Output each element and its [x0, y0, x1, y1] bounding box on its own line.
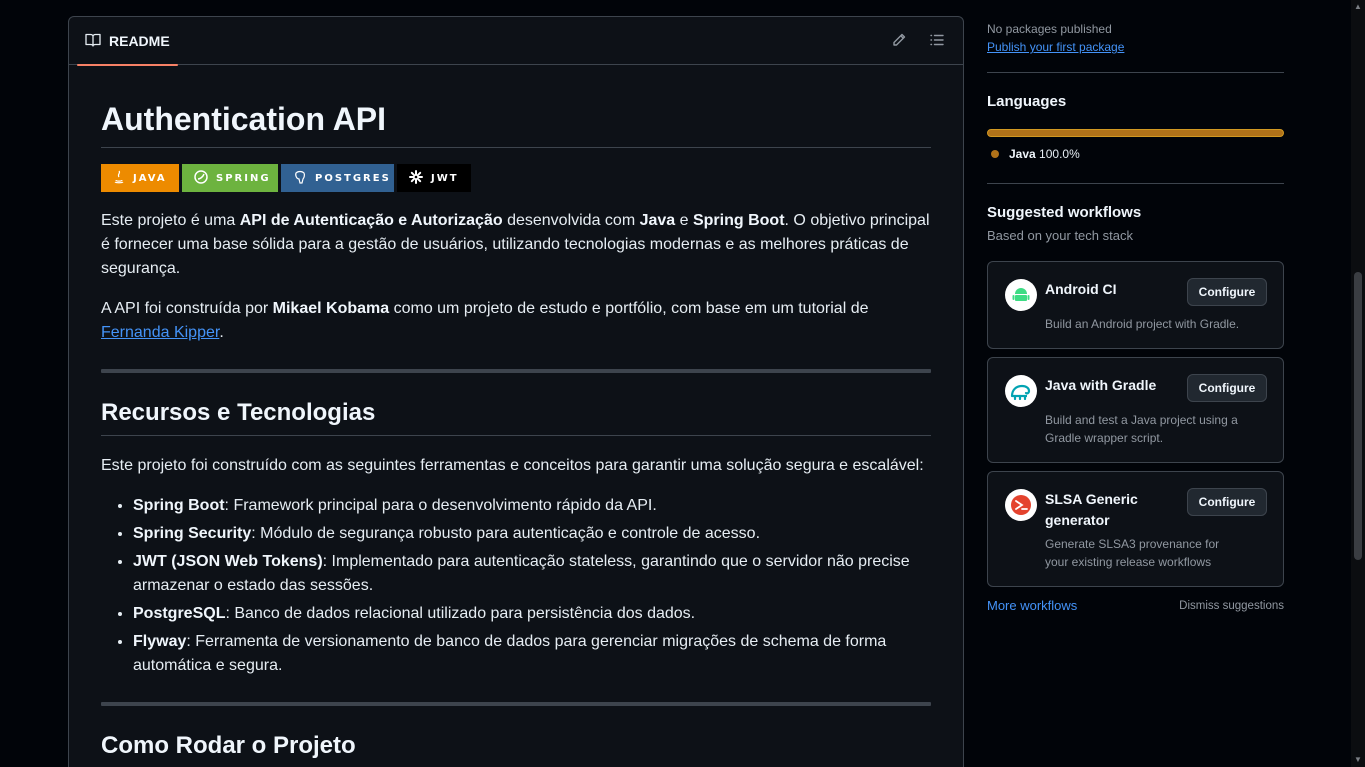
book-icon: [85, 32, 101, 51]
credits-text: .: [219, 324, 224, 341]
workflow-title[interactable]: Java with Gradle: [1045, 375, 1156, 396]
java-icon: [113, 170, 125, 187]
workflows-heading: Suggested workflows: [987, 204, 1142, 221]
list-item: Spring Security: Módulo de segurança rob…: [133, 522, 931, 546]
language-bar: [987, 129, 1284, 137]
divider: [987, 183, 1284, 184]
intro-paragraph: Este projeto é uma API de Autenticação e…: [101, 209, 931, 281]
configure-button[interactable]: Configure: [1187, 278, 1267, 306]
list-item: Spring Boot: Framework principal para o …: [133, 494, 931, 518]
android-icon: [1005, 279, 1037, 311]
jwt-icon: [409, 169, 423, 187]
list-item: Flyway: Ferramenta de versionamento de b…: [133, 630, 931, 678]
author-name: Mikael Kobama: [272, 300, 390, 317]
language-name: Java: [1009, 147, 1036, 161]
list-item: JWT (JSON Web Tokens): Implementado para…: [133, 550, 931, 598]
workflow-title[interactable]: SLSA Generic generator: [1045, 489, 1155, 531]
java-badge: JAVA: [101, 164, 179, 192]
feature-desc: : Framework principal para o desenvolvim…: [224, 497, 657, 514]
divider: [101, 702, 931, 706]
intro-text: Este projeto é uma: [101, 212, 240, 229]
more-workflows-link[interactable]: More workflows: [987, 598, 1077, 613]
workflow-desc: Generate SLSA3 provenance for your exist…: [1045, 537, 1220, 569]
badge-row: JAVA SPRING POSTGRES JWT: [101, 164, 931, 192]
feature-desc: : Módulo de segurança robusto para auten…: [251, 525, 761, 542]
readme-header: README: [69, 17, 963, 66]
feature-name: PostgreSQL: [133, 605, 226, 622]
feature-desc: : Ferramenta de versionamento de banco d…: [133, 633, 887, 674]
language-entry[interactable]: Java 100.0%: [991, 147, 1080, 161]
slsa-icon: [1005, 489, 1037, 521]
intro-text: e: [675, 212, 693, 229]
postgres-badge: POSTGRES: [281, 164, 394, 192]
jwt-badge: JWT: [397, 164, 471, 192]
workflow-card: Android CI Build an Android project with…: [987, 261, 1284, 349]
section-heading: Recursos e Tecnologias: [101, 397, 931, 436]
jwt-badge-label: JWT: [431, 172, 459, 184]
spring-icon: [194, 169, 208, 187]
edit-button[interactable]: [886, 29, 912, 55]
workflow-card: SLSA Generic generator Generate SLSA3 pr…: [987, 471, 1284, 587]
java-badge-label: JAVA: [133, 172, 167, 184]
language-percent: 100.0%: [1039, 147, 1080, 161]
tutorial-link[interactable]: Fernanda Kipper: [101, 324, 219, 341]
credits-text: A API foi construída por: [101, 300, 273, 317]
list-item: PostgreSQL: Banco de dados relacional ut…: [133, 602, 931, 626]
credits-paragraph: A API foi construída por Mikael Kobama c…: [101, 297, 931, 345]
workflow-card: Java with Gradle Build and test a Java p…: [987, 357, 1284, 463]
feature-name: JWT (JSON Web Tokens): [133, 553, 323, 570]
pencil-icon: [891, 32, 907, 53]
scroll-up-arrow[interactable]: ▲: [1354, 3, 1362, 11]
publish-package-link[interactable]: Publish your first package: [987, 40, 1124, 54]
workflow-title[interactable]: Android CI: [1045, 279, 1117, 300]
feature-name: Spring Security: [133, 525, 252, 542]
languages-heading: Languages: [987, 93, 1067, 110]
configure-button[interactable]: Configure: [1187, 374, 1267, 402]
markdown-body: Authentication API JAVA SPRING POSTGRES: [101, 99, 931, 767]
divider: [101, 369, 931, 373]
intro-bold: API de Autenticação e Autorização: [239, 212, 503, 229]
credits-text: como um projeto de estudo e portfólio, c…: [389, 300, 869, 317]
page-title: Authentication API: [101, 99, 931, 148]
outline-button[interactable]: [924, 29, 950, 55]
intro-bold: Java: [639, 212, 676, 229]
features-list: Spring Boot: Framework principal para o …: [101, 494, 931, 678]
dismiss-suggestions-button[interactable]: Dismiss suggestions: [1179, 600, 1284, 612]
postgres-badge-label: POSTGRES: [315, 172, 391, 184]
readme-tab[interactable]: README: [77, 17, 178, 66]
spring-badge-label: SPRING: [216, 172, 271, 184]
feature-name: Spring Boot: [133, 497, 225, 514]
feature-desc: : Banco de dados relacional utilizado pa…: [225, 605, 696, 622]
feature-name: Flyway: [133, 633, 187, 650]
section-heading: Como Rodar o Projeto: [101, 732, 356, 759]
intro-bold: Spring Boot: [692, 212, 785, 229]
workflow-desc: Build and test a Java project using a Gr…: [1045, 413, 1238, 445]
divider: [987, 72, 1284, 73]
readme-tab-label: README: [109, 33, 170, 49]
configure-button[interactable]: Configure: [1187, 488, 1267, 516]
intro-text: desenvolvida com: [502, 212, 640, 229]
section-intro: Este projeto foi construído com as segui…: [101, 457, 924, 474]
spring-badge: SPRING: [182, 164, 278, 192]
language-color-dot: [991, 150, 999, 158]
workflow-desc: Build an Android project with Gradle.: [1045, 317, 1240, 331]
readme-panel: README Authentication API JAVA SPRING PO…: [68, 16, 964, 767]
scrollbar-thumb[interactable]: [1354, 272, 1362, 560]
gradle-icon: [1005, 375, 1037, 407]
postgres-icon: [293, 170, 307, 187]
scroll-down-arrow[interactable]: ▼: [1354, 756, 1362, 764]
packages-status: No packages published: [987, 22, 1112, 36]
list-icon: [929, 32, 945, 53]
workflows-subtitle: Based on your tech stack: [987, 228, 1133, 243]
